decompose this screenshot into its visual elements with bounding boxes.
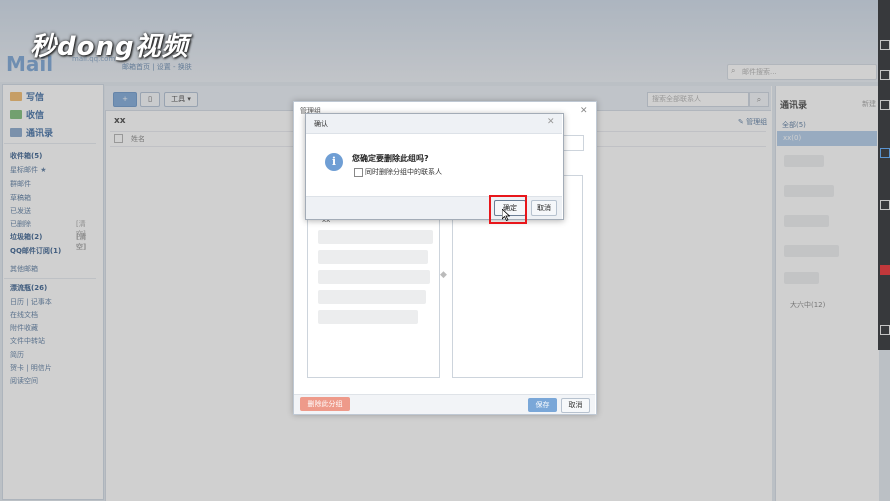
cursor-icon <box>502 209 510 221</box>
info-icon: i <box>325 153 343 171</box>
confirm-message: 您确定要删除此组吗? <box>352 154 429 163</box>
blurred-contact <box>318 230 433 244</box>
delete-contacts-label[interactable]: 同时删除分组中的联系人 <box>365 167 442 177</box>
cancel-button[interactable]: 取消 <box>561 398 590 413</box>
confirm-title: 确认 <box>314 120 328 128</box>
watermark-logo: 秒dong视频 <box>30 32 189 62</box>
close-icon[interactable]: ✕ <box>580 106 588 116</box>
blurred-contact <box>318 250 428 264</box>
blurred-contact <box>318 270 430 284</box>
transfer-arrow-icon[interactable]: ◆ <box>440 270 447 280</box>
blurred-contact <box>318 290 426 304</box>
confirm-titlebar <box>306 114 562 134</box>
close-icon[interactable]: ✕ <box>547 117 555 127</box>
delete-group-button[interactable]: 删除此分组 <box>300 397 350 411</box>
delete-contacts-checkbox[interactable] <box>354 168 363 177</box>
confirm-cancel-button[interactable]: 取消 <box>531 200 557 216</box>
blurred-contact <box>318 310 418 324</box>
save-button[interactable]: 保存 <box>528 398 557 412</box>
